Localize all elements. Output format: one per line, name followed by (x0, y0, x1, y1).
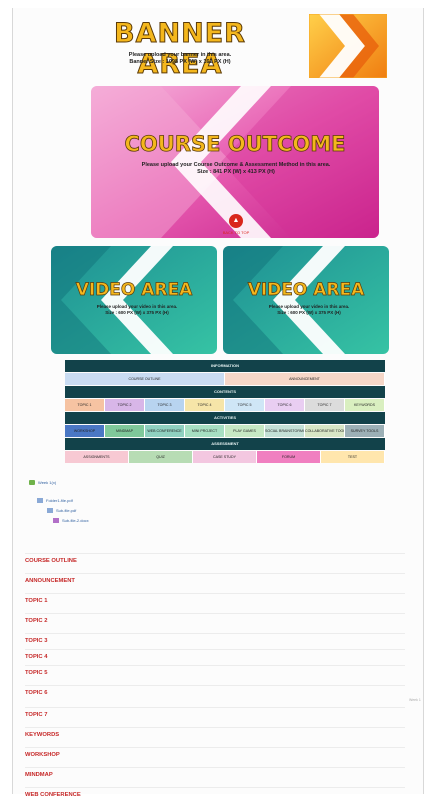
tree-item-3-label: Sub-file-2.docx (62, 518, 89, 523)
section-divider (25, 665, 405, 666)
activities-cell-2[interactable]: MINDMAP (105, 425, 145, 437)
activities-cell-3[interactable]: WEB CONFERENCE (145, 425, 185, 437)
contents-cell-8[interactable]: KEYWORDS (345, 399, 385, 411)
section-divider (25, 747, 405, 748)
section-divider (25, 553, 405, 554)
file-icon (53, 518, 59, 524)
tree-root-label: Week 1(x) (38, 480, 57, 485)
tree-item-1-label: Folder1-file.pdf (46, 498, 73, 503)
contents-cell-5[interactable]: TOPIC 5 (225, 399, 265, 411)
information-header: INFORMATION (65, 360, 385, 372)
file-icon (47, 508, 53, 514)
video-area-2[interactable]: VIDEO AREA Please upload your video in t… (223, 246, 389, 354)
section-divider (25, 573, 405, 574)
back-to-top-icon[interactable]: ▲ (229, 214, 243, 228)
side-note: Week 1 (409, 698, 421, 702)
back-to-top-label[interactable]: BACK TO TOP (221, 230, 251, 235)
course-outcome-subtitle-line-1: Please upload your Course Outcome & Asse… (141, 162, 331, 168)
course-outcome-subtitle: Please upload your Course Outcome & Asse… (111, 162, 361, 176)
video-area-1-subtitle: Please upload your video in this area. S… (85, 304, 189, 316)
contents-cell-3[interactable]: TOPIC 3 (145, 399, 185, 411)
section-divider (25, 787, 405, 788)
banner-logo-icon (309, 14, 387, 78)
section-link-6[interactable]: TOPIC 4 (25, 654, 47, 660)
activities-cell-4[interactable]: MINI PROJECT (185, 425, 225, 437)
course-navigation-grid: INFORMATION COURSE OUTLINE ANNOUNCEMENT C… (65, 360, 385, 464)
tree-item-2[interactable]: Sub-file.pdf (47, 508, 77, 514)
section-link-3[interactable]: TOPIC 1 (25, 598, 47, 604)
assessment-cell-3[interactable]: CASE STUDY (193, 451, 257, 463)
assessment-cell-2[interactable]: QUIZ (129, 451, 193, 463)
video-area-1-subtitle-line-2: Size : 600 PX (W) x 375 PX (H) (105, 310, 169, 315)
section-divider (25, 649, 405, 650)
video-area-2-title: VIDEO AREA (247, 280, 365, 301)
information-cell-1[interactable]: COURSE OUTLINE (65, 373, 225, 385)
section-divider (25, 593, 405, 594)
file-icon (37, 498, 43, 504)
course-outcome-title: COURSE OUTCOME (124, 132, 346, 157)
course-outcome-area: COURSE OUTCOME Please upload your Course… (91, 86, 379, 238)
banner-title: BANNER AREA (114, 18, 246, 81)
activities-cell-6[interactable]: SOCIAL BRAINSTORMING (265, 425, 305, 437)
section-divider (25, 707, 405, 708)
tree-item-1[interactable]: Folder1-file.pdf (37, 498, 73, 504)
section-divider (25, 727, 405, 728)
contents-cell-7[interactable]: TOPIC 7 (305, 399, 345, 411)
assessment-cell-4[interactable]: FORUM (257, 451, 321, 463)
video-area-2-subtitle: Please upload your video in this area. S… (257, 304, 361, 316)
video-area-1-title: VIDEO AREA (75, 280, 193, 301)
banner-area: BANNER AREA Please upload your banner in… (13, 8, 423, 81)
information-cell-2[interactable]: ANNOUNCEMENT (225, 373, 385, 385)
contents-cell-1[interactable]: TOPIC 1 (65, 399, 105, 411)
contents-cell-2[interactable]: TOPIC 2 (105, 399, 145, 411)
section-link-13[interactable]: WEB CONFERENCE (25, 792, 81, 798)
video-area-1-background (51, 246, 217, 354)
video-area-2-subtitle-line-2: Size : 600 PX (W) x 375 PX (H) (277, 310, 341, 315)
course-outcome-subtitle-line-2: Size : 841 PX (W) x 413 PX (H) (197, 169, 275, 175)
section-link-8[interactable]: TOPIC 6 (25, 690, 47, 696)
section-link-12[interactable]: MINDMAP (25, 772, 53, 778)
section-link-4[interactable]: TOPIC 2 (25, 618, 47, 624)
section-divider (25, 767, 405, 768)
section-divider (25, 633, 405, 634)
section-link-9[interactable]: TOPIC 7 (25, 712, 47, 718)
activities-cell-1[interactable]: WORKSHOP (65, 425, 105, 437)
banner-subtitle: Please upload your banner in this area. … (85, 52, 275, 66)
section-link-1[interactable]: COURSE OUTLINE (25, 558, 77, 564)
banner-subtitle-line-2: Banner Size : 1098 PX (W) x 162 PX (H) (129, 59, 231, 65)
assessment-header: ASSESSMENT (65, 438, 385, 450)
video-area-1[interactable]: VIDEO AREA Please upload your video in t… (51, 246, 217, 354)
contents-cell-6[interactable]: TOPIC 6 (265, 399, 305, 411)
section-link-2[interactable]: ANNOUNCEMENT (25, 578, 75, 584)
page-frame: BANNER AREA Please upload your banner in… (12, 8, 424, 798)
section-link-10[interactable]: KEYWORDS (25, 732, 59, 738)
activities-cell-8[interactable]: SURVEY TOOLS (345, 425, 385, 437)
assessment-cell-5[interactable]: TEST (321, 451, 385, 463)
section-divider (25, 685, 405, 686)
activities-cell-7[interactable]: COLLABORATIVE TOOLS (305, 425, 345, 437)
contents-cell-4[interactable]: TOPIC 4 (185, 399, 225, 411)
section-divider (25, 613, 405, 614)
video-area-2-background (223, 246, 389, 354)
tree-item-3[interactable]: Sub-file-2.docx (53, 518, 89, 524)
tree-root[interactable]: Week 1(x) (29, 480, 57, 486)
banner-subtitle-line-1: Please upload your banner in this area. (128, 52, 232, 58)
activities-cell-5[interactable]: PLAY GAMES (225, 425, 265, 437)
tree-item-2-label: Sub-file.pdf (56, 508, 77, 513)
section-link-5[interactable]: TOPIC 3 (25, 638, 47, 644)
assessment-cell-1[interactable]: ASSIGNMENTS (65, 451, 129, 463)
section-link-11[interactable]: WORKSHOP (25, 752, 60, 758)
contents-header: CONTENTS (65, 386, 385, 398)
folder-icon (29, 480, 35, 486)
section-link-7[interactable]: TOPIC 5 (25, 670, 47, 676)
activities-header: ACTIVITIES (65, 412, 385, 424)
